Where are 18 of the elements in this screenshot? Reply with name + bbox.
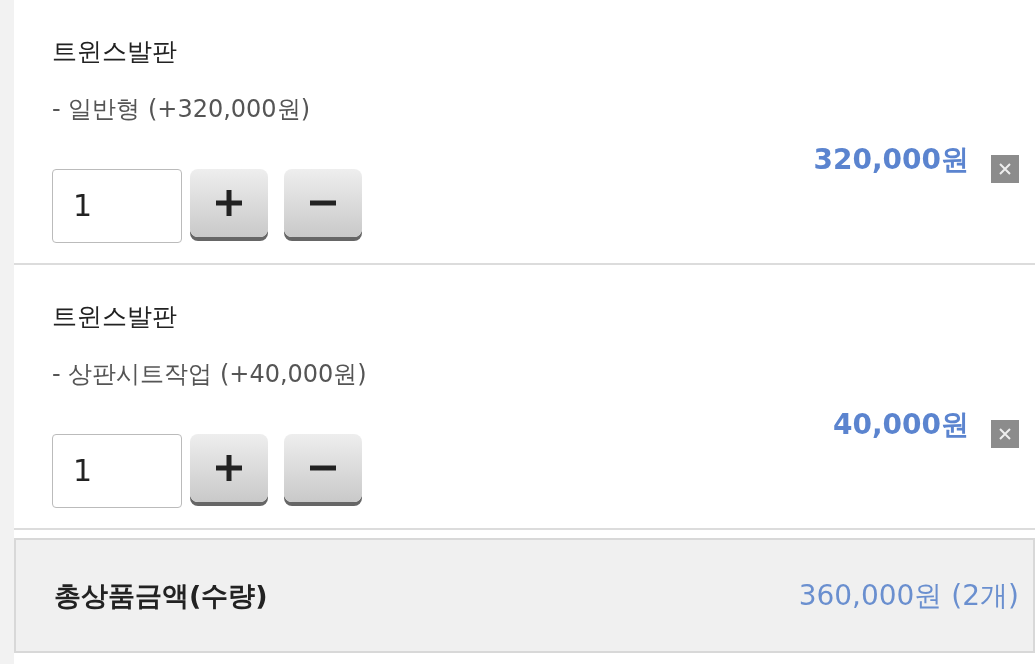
close-icon: [998, 161, 1012, 176]
close-icon: [998, 426, 1012, 441]
product-option: - 상판시트작업 (+40,000원): [52, 355, 811, 414]
product-option: - 일반형 (+320,000원): [52, 90, 792, 149]
plus-icon: [214, 452, 244, 483]
item-price: 40,000원: [832, 406, 969, 443]
minus-icon: [308, 464, 338, 471]
plus-icon: [214, 187, 244, 218]
quantity-field[interactable]: 1: [52, 168, 182, 243]
remove-button[interactable]: [991, 419, 1019, 448]
total-label: 총상품금액(수량): [54, 578, 268, 613]
product-title: 트윈스발판: [52, 301, 178, 333]
quantity-field[interactable]: 1: [52, 433, 182, 508]
product-title: 트윈스발판: [52, 36, 178, 68]
item-price: 320,000원: [813, 141, 969, 178]
total-value: 360,000원 (2개): [798, 577, 1019, 614]
remove-button[interactable]: [991, 154, 1019, 183]
minus-icon: [308, 199, 338, 206]
